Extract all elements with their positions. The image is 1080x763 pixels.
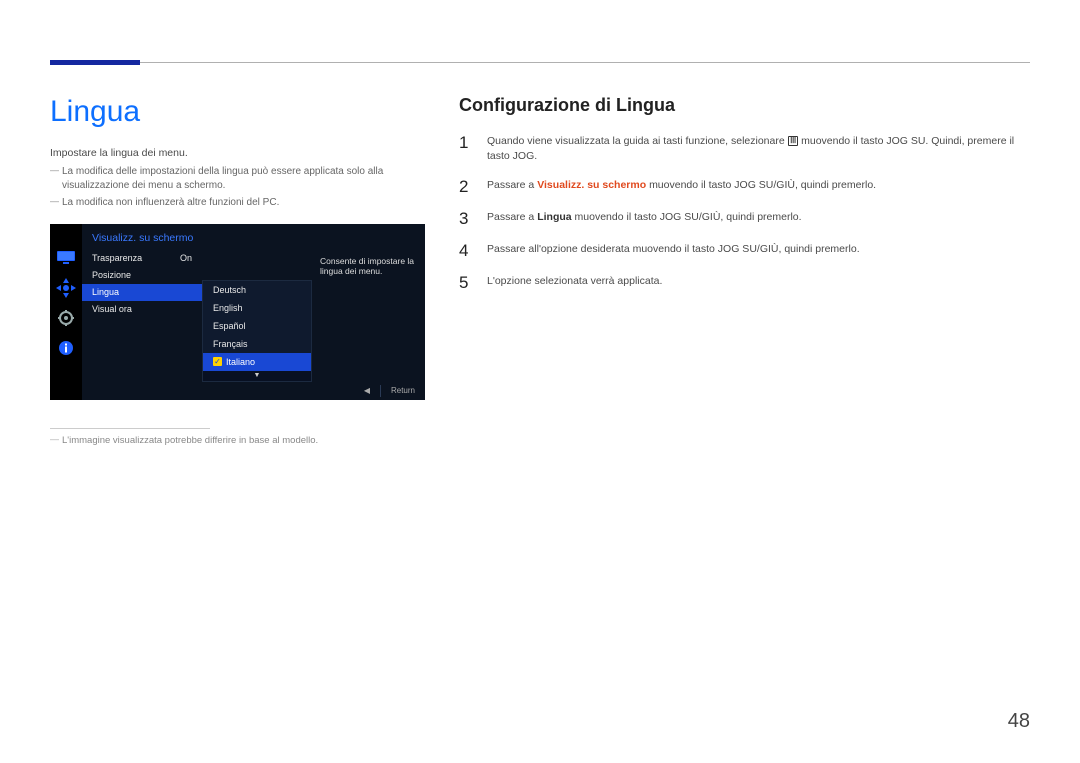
step-text: Passare all'opzione desiderata muovendo … xyxy=(487,242,860,257)
monitor-icon xyxy=(56,248,76,268)
osd-row-trasparenza: Trasparenza On xyxy=(82,250,202,267)
footer-separator xyxy=(380,385,381,397)
osd-row-label: Trasparenza xyxy=(92,253,142,263)
step-text: Passare a Visualizz. su schermo muovendo… xyxy=(487,178,876,193)
left-column: Lingua Impostare la lingua dei menu. La … xyxy=(50,95,425,446)
osd-footer: ◀ Return xyxy=(82,382,425,400)
gear-icon xyxy=(56,308,76,328)
osd-row-label: Visual ora xyxy=(92,304,132,314)
section-heading: Lingua xyxy=(50,95,425,129)
osd-row-label: Posizione xyxy=(92,270,131,280)
step-number: 5 xyxy=(459,274,473,291)
step-text-frag: Quando viene visualizzata la guida ai ta… xyxy=(487,135,788,147)
top-rule-accent xyxy=(50,60,140,65)
step-text: L'opzione selezionata verrà applicata. xyxy=(487,274,662,289)
scroll-down-icon: ▼ xyxy=(203,371,311,381)
osd-subrow-espanol: Español xyxy=(203,317,311,335)
step-number: 3 xyxy=(459,210,473,227)
osd-subrow-label: Deutsch xyxy=(213,285,246,295)
step-text-frag: Passare a xyxy=(487,179,537,191)
osd-menu: Trasparenza On Posizione Lingua Visual o… xyxy=(82,250,202,382)
back-icon: ◀ xyxy=(364,386,370,395)
footnote: L'immagine visualizzata potrebbe differi… xyxy=(50,435,425,446)
top-rule xyxy=(50,62,1030,63)
osd-row-label: Lingua xyxy=(92,287,119,297)
step-text: Passare a Lingua muovendo il tasto JOG S… xyxy=(487,210,802,225)
osd-main: Visualizz. su schermo Trasparenza On Pos… xyxy=(82,224,425,400)
step-number: 2 xyxy=(459,178,473,195)
osd-title: Visualizz. su schermo xyxy=(82,224,425,250)
return-label: Return xyxy=(391,386,415,395)
menu-icon: ⅠⅠⅠ xyxy=(788,136,799,146)
osd-submenu: Deutsch English Español Français ✓ Itali… xyxy=(202,280,312,382)
osd-row-value: On xyxy=(180,253,192,263)
osd-row-lingua: Lingua xyxy=(82,284,202,301)
osd-subrow-label: Français xyxy=(213,339,248,349)
step-text-frag: muovendo il tasto JOG SU/GIÙ, quindi pre… xyxy=(649,179,876,191)
osd-description: Consente di impostare la lingua dei menu… xyxy=(312,250,425,382)
right-column: Configurazione di Lingua 1 Quando viene … xyxy=(459,95,1030,446)
osd-subrow-francais: Français xyxy=(203,335,311,353)
step-text-frag: muovendo il tasto JOG SU/GIÙ, quindi pre… xyxy=(575,211,802,223)
step-text-frag: Passare a xyxy=(487,211,537,223)
step-number: 4 xyxy=(459,242,473,259)
osd-row-visual-ora: Visual ora xyxy=(82,301,202,318)
page-columns: Lingua Impostare la lingua dei menu. La … xyxy=(0,0,1080,446)
note-1: La modifica delle impostazioni della lin… xyxy=(50,165,425,192)
check-icon: ✓ xyxy=(213,357,222,366)
info-icon xyxy=(56,338,76,358)
osd-row-posizione: Posizione xyxy=(82,267,202,284)
note-2: La modifica non influenzerà altre funzio… xyxy=(50,196,425,210)
navigate-icon xyxy=(56,278,76,298)
divider xyxy=(50,428,210,429)
step-number: 1 xyxy=(459,134,473,151)
osd-screenshot: Visualizz. su schermo Trasparenza On Pos… xyxy=(50,224,425,400)
osd-subrow-label: English xyxy=(213,303,243,313)
steps-list: 1 Quando viene visualizzata la guida ai … xyxy=(459,134,1030,291)
osd-subrow-deutsch: Deutsch xyxy=(203,281,311,299)
config-heading: Configurazione di Lingua xyxy=(459,95,1030,116)
osd-subrow-italiano: ✓ Italiano xyxy=(203,353,311,371)
step-text: Quando viene visualizzata la guida ai ta… xyxy=(487,134,1030,163)
step-1: 1 Quando viene visualizzata la guida ai … xyxy=(459,134,1030,163)
step-5: 5 L'opzione selezionata verrà applicata. xyxy=(459,274,1030,291)
step-2: 2 Passare a Visualizz. su schermo muoven… xyxy=(459,178,1030,195)
osd-subrow-label: Italiano xyxy=(226,357,255,367)
osd-subrow-label: Español xyxy=(213,321,246,331)
page-number: 48 xyxy=(1008,710,1030,733)
step-3: 3 Passare a Lingua muovendo il tasto JOG… xyxy=(459,210,1030,227)
intro-text: Impostare la lingua dei menu. xyxy=(50,147,425,159)
osd-sidebar xyxy=(50,224,82,400)
osd-subrow-english: English xyxy=(203,299,311,317)
osd-body: Trasparenza On Posizione Lingua Visual o… xyxy=(82,250,425,382)
step-4: 4 Passare all'opzione desiderata muovend… xyxy=(459,242,1030,259)
highlight-text: Visualizz. su schermo xyxy=(537,179,646,191)
bold-text: Lingua xyxy=(537,211,571,223)
